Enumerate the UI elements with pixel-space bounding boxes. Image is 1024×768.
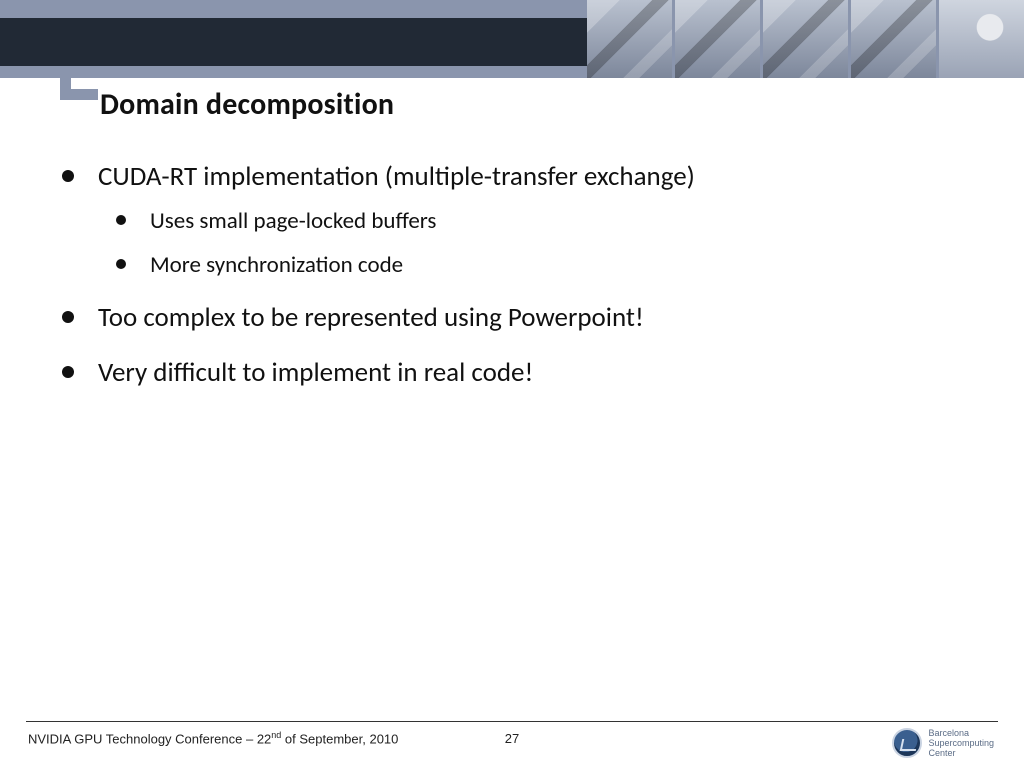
header-photo (851, 0, 936, 78)
slide: Domain decomposition CUDA-RT implementat… (0, 0, 1024, 768)
bullet-level2: More synchronization code (116, 251, 974, 279)
footer-rule (26, 721, 998, 722)
footer-logo: Barcelona Supercomputing Center (892, 728, 994, 758)
bullet-text: Too complex to be represented using Powe… (98, 301, 644, 334)
slide-body: CUDA-RT implementation (multiple-transfe… (62, 160, 974, 411)
bullet-level1: CUDA-RT implementation (multiple-transfe… (62, 160, 974, 279)
bsc-logo-icon (892, 728, 922, 758)
header-photo (939, 0, 1024, 78)
bullet-text: More synchronization code (150, 251, 403, 279)
header-photo-strip (584, 0, 1024, 78)
bullet-text: Very difficult to implement in real code… (98, 356, 533, 389)
slide-title: Domain decomposition (100, 86, 394, 123)
title-marker-icon (60, 78, 98, 100)
header-photo (763, 0, 848, 78)
header-photo (587, 0, 672, 78)
footer-page-number: 27 (0, 731, 1024, 746)
header-photo (675, 0, 760, 78)
bullet-text: Uses small page-locked buffers (150, 207, 436, 235)
bullet-level1: Too complex to be represented using Powe… (62, 301, 974, 334)
bullet-text: CUDA-RT implementation (multiple-transfe… (98, 160, 695, 193)
bullet-level2: Uses small page-locked buffers (116, 207, 974, 235)
bullet-level1: Very difficult to implement in real code… (62, 356, 974, 389)
logo-line: Barcelona (928, 728, 994, 738)
header-dark-stripe (0, 18, 592, 66)
logo-line: Center (928, 748, 994, 758)
logo-line: Supercomputing (928, 738, 994, 748)
footer-logo-text: Barcelona Supercomputing Center (928, 728, 994, 758)
